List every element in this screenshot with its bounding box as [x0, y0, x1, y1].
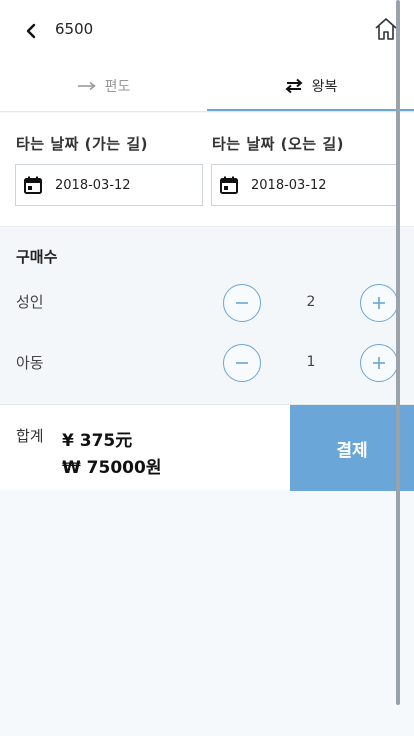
calendar-icon	[24, 176, 42, 194]
selected-tab-indicator	[207, 109, 414, 111]
plus-icon	[373, 297, 385, 309]
plus-icon	[373, 357, 385, 369]
total-label: 합계	[16, 427, 44, 445]
child-label: 아동	[16, 354, 44, 372]
scrollbar[interactable]	[396, 0, 400, 705]
minus-icon	[236, 302, 248, 304]
depart-date-label: 타는 날짜 (가는 길)	[16, 135, 148, 153]
return-date-field[interactable]: 2018-03-12	[211, 164, 399, 206]
total-price-cny: ¥ 375元	[62, 431, 133, 451]
depart-date-value: 2018-03-12	[55, 177, 131, 193]
calendar-icon	[220, 176, 238, 194]
tab-roundtrip-label: 왕복	[311, 79, 338, 95]
back-button[interactable]	[18, 18, 44, 44]
quantity-section: 구매수 성인 2 아동 1	[0, 228, 414, 403]
tab-oneway-label: 편도	[104, 79, 131, 95]
minus-icon	[236, 362, 248, 364]
total-bar: 합계 ¥ 375元 ₩ 75000원 결제	[0, 404, 414, 491]
adult-increment-button[interactable]	[360, 284, 398, 322]
tab-roundtrip[interactable]: 왕복	[207, 60, 414, 112]
child-count: 1	[306, 354, 316, 370]
trip-type-tabs: 편도 왕복	[0, 60, 414, 112]
app-header: 6500	[0, 0, 414, 60]
chevron-left-icon	[26, 23, 36, 39]
adult-count: 2	[306, 294, 316, 310]
date-section: 타는 날짜 (가는 길) 타는 날짜 (오는 길) 2018-03-12 201…	[0, 113, 414, 227]
adult-decrement-button[interactable]	[223, 284, 261, 322]
child-increment-button[interactable]	[360, 344, 398, 382]
return-date-label: 타는 날짜 (오는 길)	[212, 135, 344, 153]
arrow-right-icon	[77, 81, 96, 91]
depart-date-field[interactable]: 2018-03-12	[15, 164, 203, 206]
quantity-title: 구매수	[16, 248, 58, 266]
return-date-value: 2018-03-12	[251, 177, 327, 193]
page-title: 6500	[55, 20, 94, 38]
swap-arrows-icon	[285, 78, 303, 94]
tab-oneway[interactable]: 편도	[0, 60, 207, 112]
child-decrement-button[interactable]	[223, 344, 261, 382]
total-price-krw: ₩ 75000원	[62, 458, 162, 478]
adult-label: 성인	[16, 293, 44, 311]
